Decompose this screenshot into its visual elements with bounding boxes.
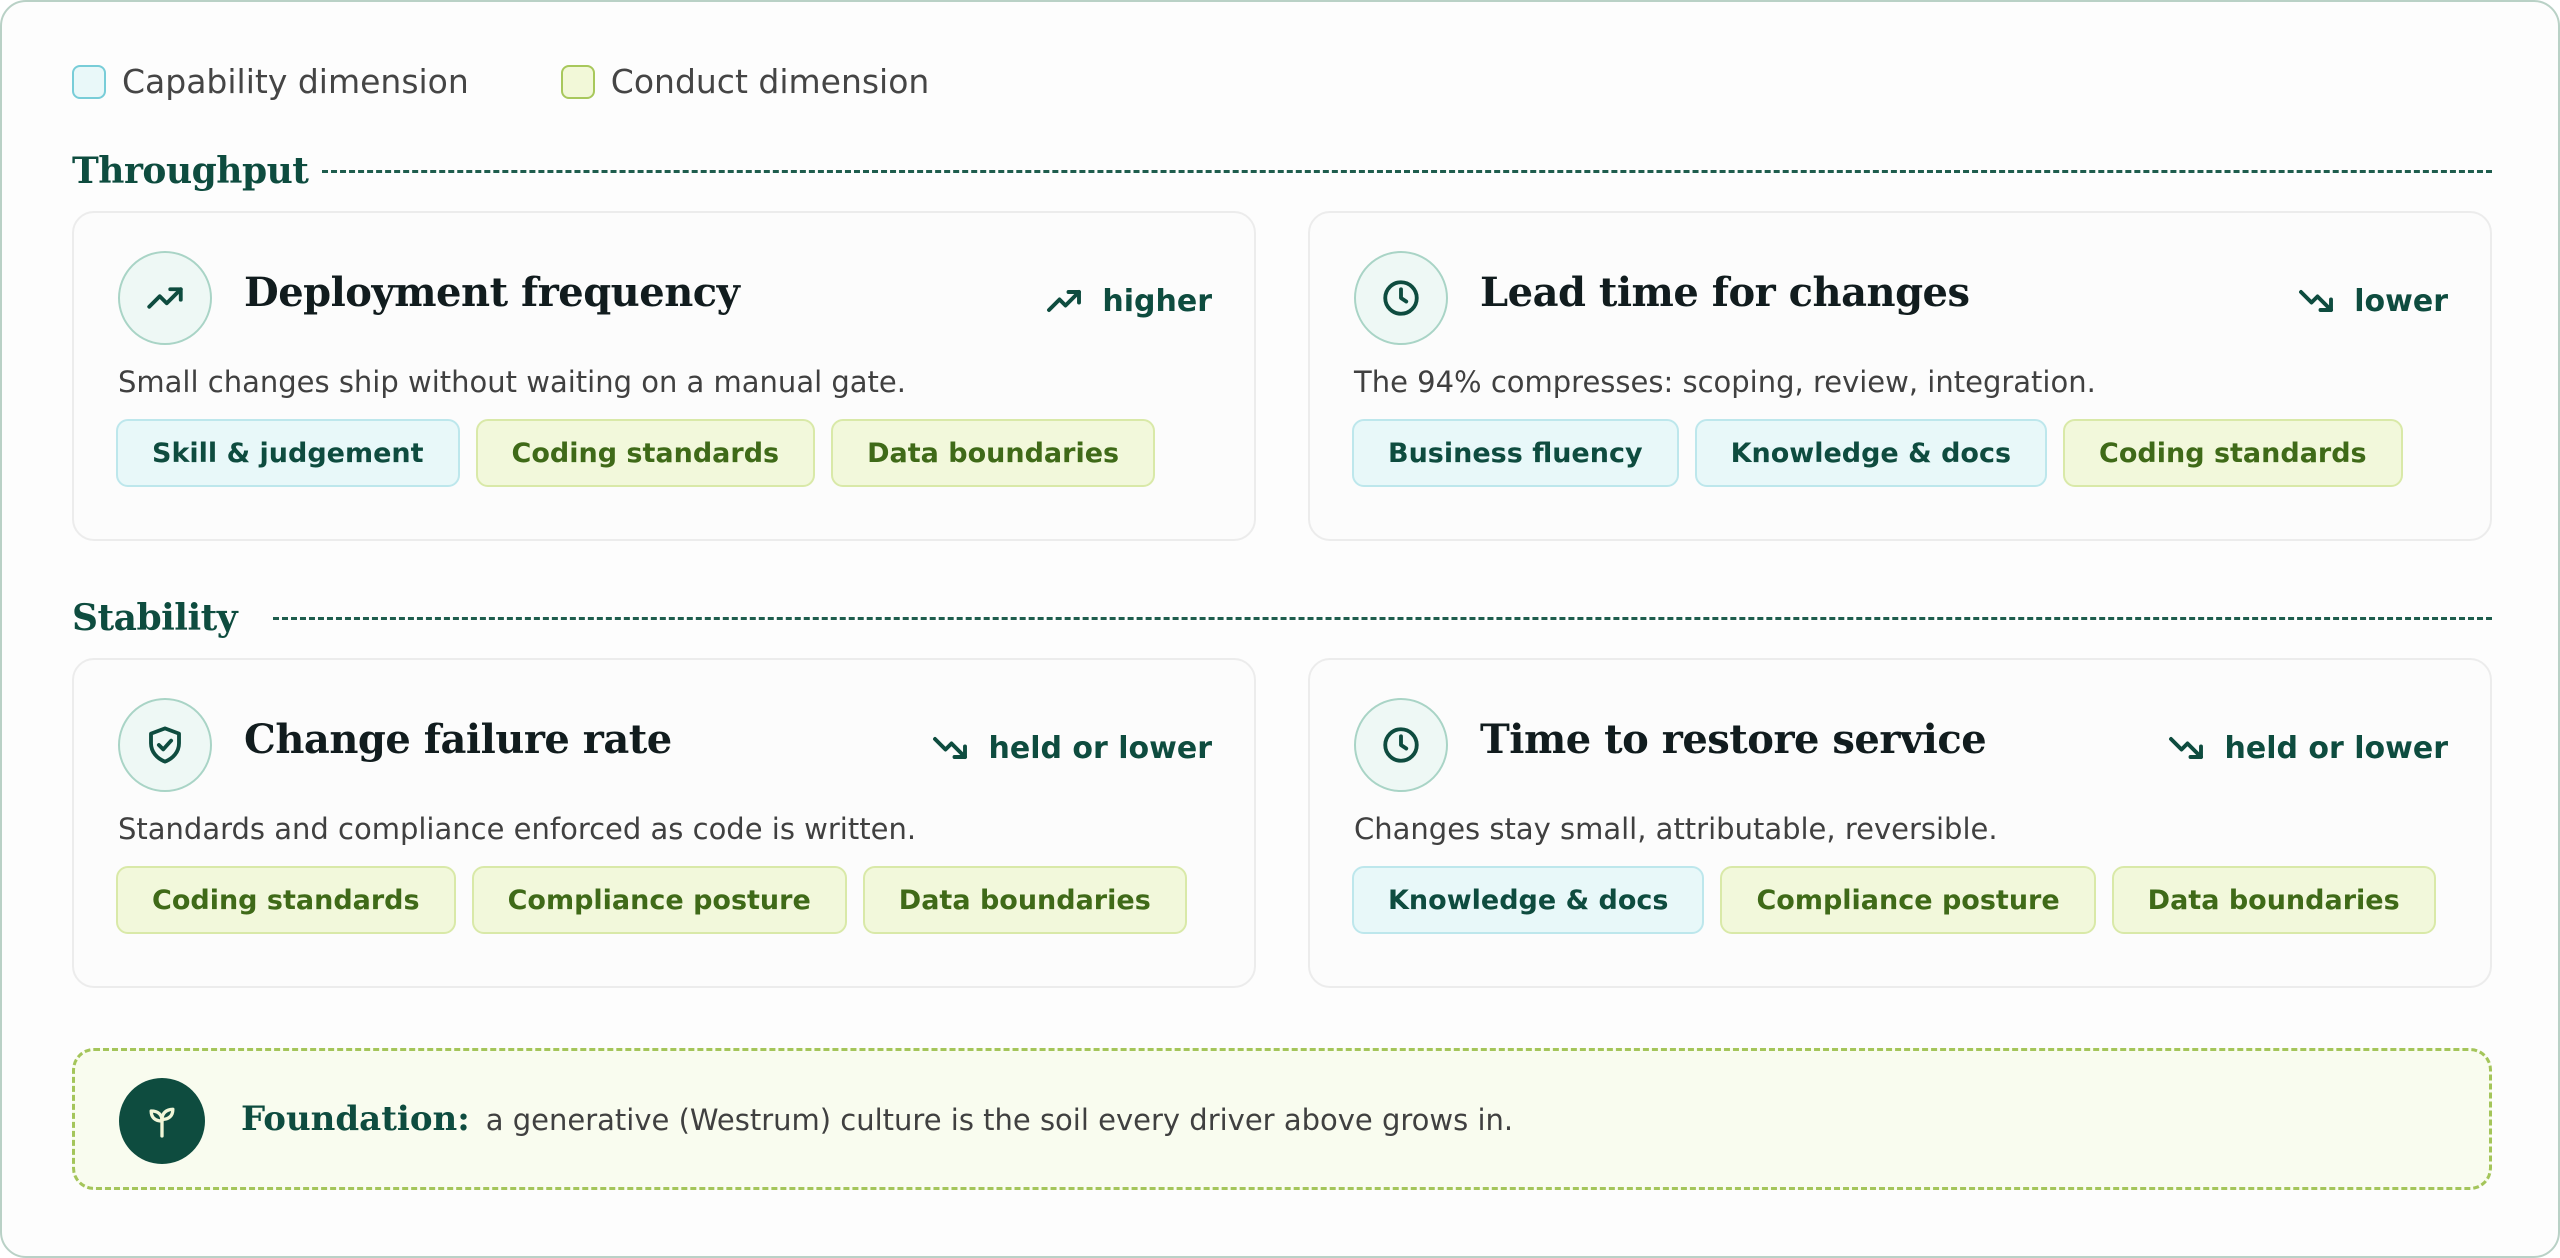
- section-header-throughput: Throughput: [72, 150, 2492, 192]
- card-time-to-restore-service: Time to restore service held or lower Ch…: [1308, 658, 2492, 988]
- sprout-icon: [119, 1078, 205, 1164]
- foundation-text: a generative (Westrum) culture is the so…: [485, 1103, 1514, 1137]
- trend-indicator: held or lower: [2168, 730, 2448, 766]
- tag-conduct: Data boundaries: [831, 419, 1156, 487]
- metrics-panel: Capability dimension Conduct dimension T…: [0, 0, 2560, 1258]
- card-description: Standards and compliance enforced as cod…: [118, 812, 917, 846]
- tag-conduct: Coding standards: [475, 419, 816, 487]
- section-header-stability: Stability: [72, 597, 2492, 639]
- card-change-failure-rate: Change failure rate held or lower Standa…: [72, 658, 1256, 988]
- trending-up-icon: [118, 251, 212, 345]
- tag-capability: Business fluency: [1352, 419, 1679, 487]
- card-deployment-frequency: Deployment frequency higher Small change…: [72, 211, 1256, 541]
- clock-icon: [1354, 251, 1448, 345]
- tag-list: Coding standards Compliance posture Data…: [116, 866, 1203, 934]
- tag-capability: Knowledge & docs: [1352, 866, 1705, 934]
- legend-label-conduct: Conduct dimension: [610, 62, 930, 101]
- section-divider: [322, 169, 2492, 173]
- tag-conduct: Coding standards: [116, 866, 456, 934]
- trend-down-icon: [2169, 737, 2204, 759]
- card-title: Change failure rate: [244, 716, 672, 763]
- tag-list: Business fluency Knowledge & docs Coding…: [1352, 419, 2419, 487]
- trend-down-icon: [933, 737, 968, 759]
- tag-list: Knowledge & docs Compliance posture Data…: [1352, 866, 2452, 934]
- trend-label: lower: [2354, 283, 2448, 319]
- trend-up-icon: [1047, 290, 1082, 312]
- tag-conduct: Compliance posture: [1720, 866, 2096, 934]
- trend-indicator: held or lower: [932, 730, 1212, 766]
- foundation-title: Foundation:: [241, 1099, 470, 1139]
- trend-indicator: lower: [2298, 283, 2448, 319]
- trend-down-icon: [2299, 290, 2334, 312]
- trend-indicator: higher: [1046, 283, 1212, 319]
- card-description: The 94% compresses: scoping, review, int…: [1354, 365, 2096, 399]
- clock-icon: [1354, 698, 1448, 792]
- section-title: Stability: [72, 597, 238, 639]
- shield-check-icon: [118, 698, 212, 792]
- card-description: Changes stay small, attributable, revers…: [1354, 812, 1998, 846]
- section-divider: [273, 616, 2492, 620]
- capability-swatch-icon: [72, 64, 106, 99]
- legend-item-capability: Capability dimension: [72, 62, 469, 101]
- tag-conduct: Compliance posture: [471, 866, 847, 934]
- tag-conduct: Data boundaries: [2111, 866, 2436, 934]
- card-title: Deployment frequency: [244, 269, 740, 316]
- card-lead-time-for-changes: Lead time for changes lower The 94% comp…: [1308, 211, 2492, 541]
- trend-label: held or lower: [988, 730, 1212, 766]
- trend-label: higher: [1102, 283, 1212, 319]
- tag-conduct: Data boundaries: [862, 866, 1187, 934]
- legend-label-capability: Capability dimension: [122, 62, 469, 101]
- foundation-line: Foundation: a generative (Westrum) cultu…: [241, 1099, 1513, 1139]
- legend: Capability dimension Conduct dimension: [72, 62, 1021, 101]
- foundation-banner: Foundation: a generative (Westrum) cultu…: [72, 1048, 2492, 1190]
- card-title: Lead time for changes: [1480, 269, 1970, 316]
- card-description: Small changes ship without waiting on a …: [118, 365, 906, 399]
- legend-item-conduct: Conduct dimension: [560, 62, 930, 101]
- card-title: Time to restore service: [1480, 716, 1987, 763]
- tag-conduct: Coding standards: [2063, 419, 2403, 487]
- tag-capability: Skill & judgement: [116, 419, 460, 487]
- trend-label: held or lower: [2224, 730, 2448, 766]
- conduct-swatch-icon: [560, 64, 595, 99]
- tag-list: Skill & judgement Coding standards Data …: [116, 419, 1171, 487]
- tag-capability: Knowledge & docs: [1694, 419, 2048, 487]
- section-title: Throughput: [72, 150, 309, 192]
